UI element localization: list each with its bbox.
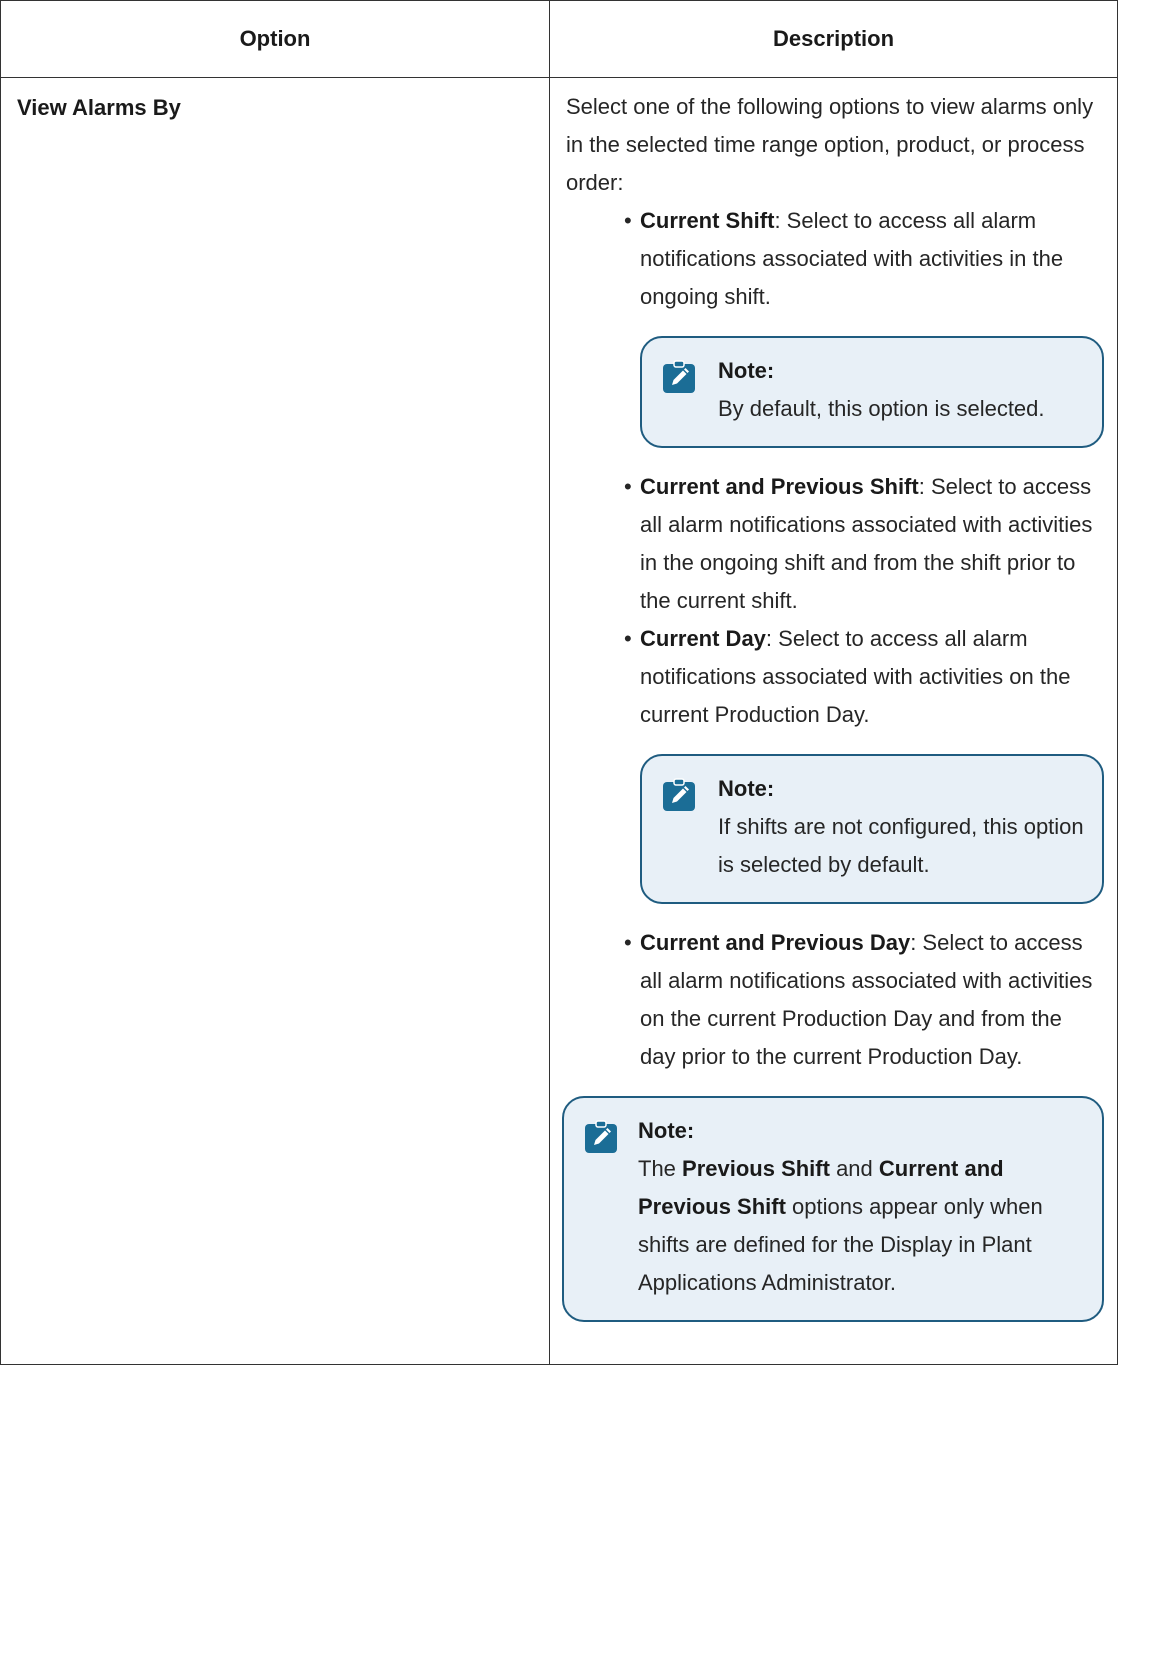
note-pencil-icon — [663, 360, 695, 393]
note-title: Note: — [718, 358, 775, 383]
description-intro: Select one of the following options to v… — [566, 94, 1094, 195]
note-text: If shifts are not configured, this optio… — [718, 814, 1084, 877]
note-text-bold: Previous Shift — [682, 1156, 830, 1181]
note-text-part: The — [638, 1156, 683, 1181]
header-option: Option — [0, 0, 550, 78]
list-item: • Current Day: Select to access all alarm… — [624, 620, 1104, 904]
note-text: The Previous Shift and Current and Previ… — [638, 1150, 1084, 1302]
option-label: Current Day — [640, 626, 766, 651]
note-text: By default, this option is selected. — [718, 396, 1045, 421]
note-title: Note: — [638, 1118, 695, 1143]
note-pencil-icon — [663, 778, 695, 811]
option-label: Current and Previous Shift — [640, 474, 919, 499]
bullet: • — [624, 930, 632, 955]
option-name: View Alarms By — [0, 77, 550, 1365]
note-box: Note: If shifts are not configured, this… — [640, 754, 1104, 904]
option-label: Current Shift — [640, 208, 775, 233]
note-box: Note: The Previous Shift and Current and… — [562, 1096, 1104, 1322]
bullet: • — [624, 474, 632, 499]
table-header-row: Option Description — [0, 0, 1118, 78]
header-description: Description — [549, 0, 1118, 78]
table-row: View Alarms By Select one of the followi… — [0, 77, 1118, 1365]
note-box: Note: By default, this option is selecte… — [640, 336, 1104, 448]
note-title: Note: — [718, 776, 775, 801]
options-table: Option Description View Alarms By Select… — [0, 0, 1118, 1365]
option-label: Current and Previous Day — [640, 930, 911, 955]
option-list: • Current Shift: Select to access all ala… — [566, 202, 1104, 1076]
note-pencil-icon — [585, 1120, 617, 1153]
note-text-part: and — [829, 1156, 879, 1181]
list-item: • Current and Previous Shift: Select to a… — [624, 468, 1101, 620]
description-cell: Select one of the following options to v… — [549, 77, 1118, 1365]
bullet: • — [624, 626, 632, 651]
list-item: • Current and Previous Day: Select to acc… — [624, 924, 1101, 1076]
list-item: • Current Shift: Select to access all ala… — [624, 202, 1104, 448]
bullet: • — [624, 208, 632, 233]
